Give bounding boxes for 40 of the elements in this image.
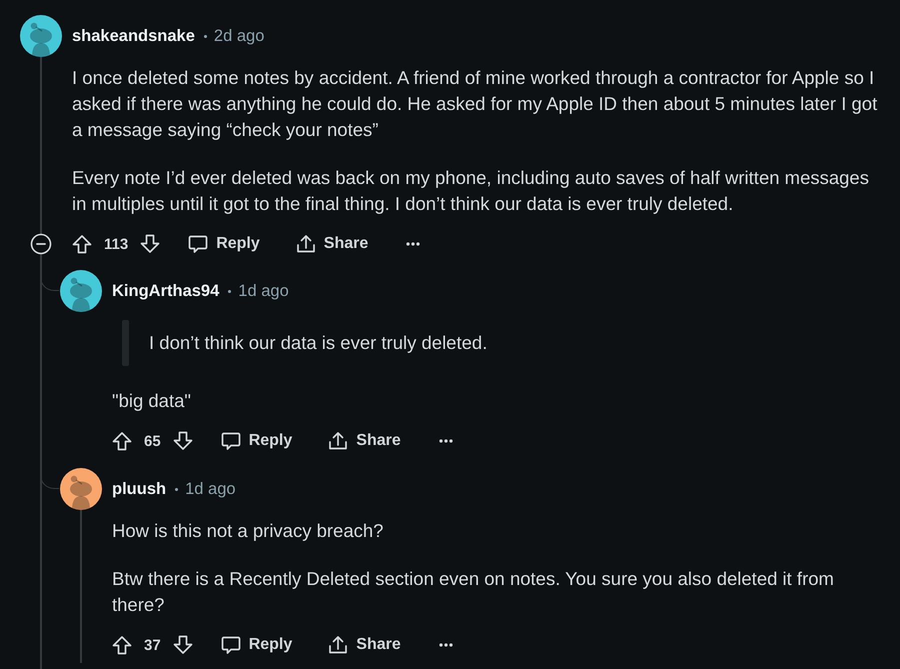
upvote-button[interactable] <box>72 234 92 254</box>
speech-bubble-icon <box>188 234 208 254</box>
quote-text: I don’t think our data is ever truly deleted. <box>149 331 488 355</box>
speech-bubble-icon <box>220 635 241 655</box>
downvote-button[interactable] <box>172 431 193 451</box>
vote-count: 65 <box>144 432 161 450</box>
downvote-button[interactable] <box>172 635 193 655</box>
separator-dot <box>175 488 178 490</box>
username[interactable]: shakeandsnake <box>72 26 195 46</box>
ellipsis-icon <box>438 438 453 444</box>
comment-text: Every note I’d ever deleted was back on my phone, including auto saves of half written messages in multiples until it got to the final thing. I don’t think our data is ever truly deleted. <box>72 166 870 216</box>
share-button[interactable]: Share <box>320 629 409 661</box>
comment-text: "big data" <box>112 389 192 413</box>
reply-button[interactable]: Reply <box>180 228 268 260</box>
upvote-button[interactable] <box>112 431 132 451</box>
reply-button[interactable]: Reply <box>212 425 300 457</box>
ellipsis-icon <box>438 642 453 648</box>
collapse-button[interactable] <box>30 233 52 255</box>
share-button[interactable]: Share <box>320 425 409 457</box>
separator-dot <box>228 290 232 292</box>
vote-count: 37 <box>144 636 161 654</box>
timestamp: 2d ago <box>214 26 264 46</box>
share-icon <box>296 234 316 254</box>
speech-bubble-icon <box>220 431 241 451</box>
comment-text: How is this not a privacy breach? <box>112 519 384 543</box>
upvote-button[interactable] <box>112 635 132 655</box>
comment-text: Btw there is a Recently Deleted section even on notes. You sure you also deleted it from there? <box>112 567 835 617</box>
downvote-button[interactable] <box>140 234 160 254</box>
reply-button[interactable]: Reply <box>212 629 300 661</box>
comment-text: I once deleted some notes by accident. A friend of mine worked through a contractor for Apple so I asked if there was anything he could do. He asked for my Apple ID then about 5 minutes later I got a message saying “check your notes” <box>72 66 878 142</box>
share-icon <box>328 431 348 451</box>
share-icon <box>328 635 348 655</box>
separator-dot <box>204 34 207 38</box>
username[interactable]: KingArthas94 <box>112 282 220 300</box>
timestamp: 1d ago <box>185 480 236 498</box>
username[interactable]: pluush <box>112 480 166 498</box>
ellipsis-icon <box>406 241 420 247</box>
timestamp: 1d ago <box>238 282 289 300</box>
share-button[interactable]: Share <box>288 228 376 260</box>
vote-count: 113 <box>104 236 128 252</box>
